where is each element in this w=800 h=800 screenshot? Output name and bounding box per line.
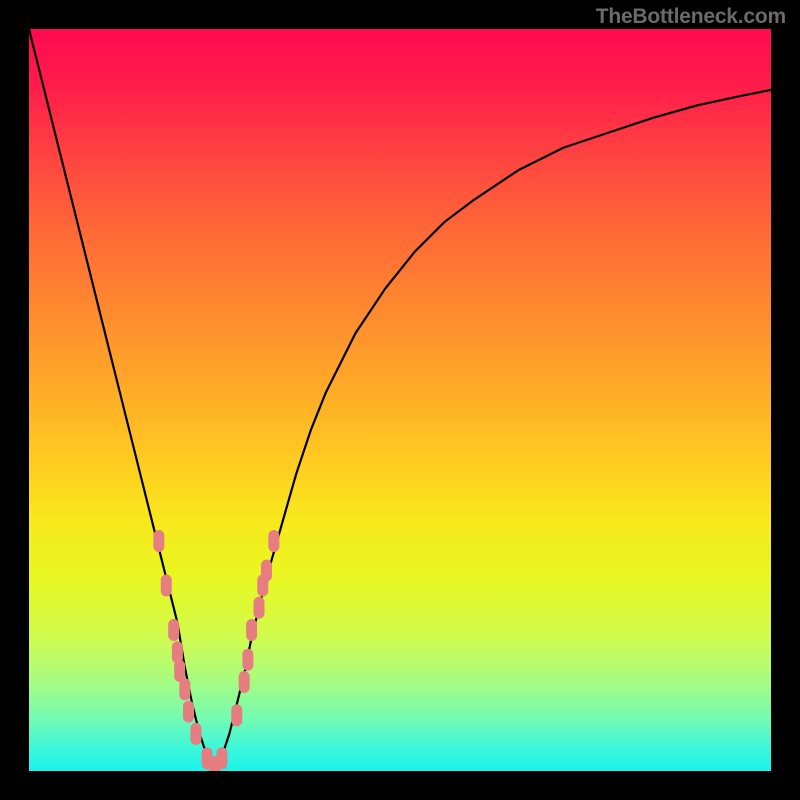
bottleneck-curve-path bbox=[29, 29, 771, 771]
curve-marker bbox=[161, 575, 172, 597]
curve-marker bbox=[246, 619, 257, 641]
watermark-text: TheBottleneck.com bbox=[596, 6, 786, 27]
curve-marker bbox=[168, 619, 179, 641]
chart-frame: TheBottleneck.com bbox=[0, 0, 800, 800]
curve-marker bbox=[242, 649, 253, 671]
curve-marker bbox=[183, 701, 194, 723]
curve-marker bbox=[179, 678, 190, 700]
curve-marker bbox=[190, 723, 201, 745]
curve-marker bbox=[268, 530, 279, 552]
plot-area bbox=[29, 29, 771, 771]
marker-layer bbox=[153, 530, 279, 771]
curve-marker bbox=[174, 660, 185, 682]
curve-marker bbox=[172, 641, 183, 663]
curve-marker bbox=[153, 530, 164, 552]
curve-marker bbox=[231, 704, 242, 726]
curve-marker bbox=[261, 560, 272, 582]
curve-layer bbox=[29, 29, 771, 771]
curve-marker bbox=[254, 597, 265, 619]
curve-marker bbox=[216, 747, 227, 769]
curve-marker bbox=[239, 671, 250, 693]
